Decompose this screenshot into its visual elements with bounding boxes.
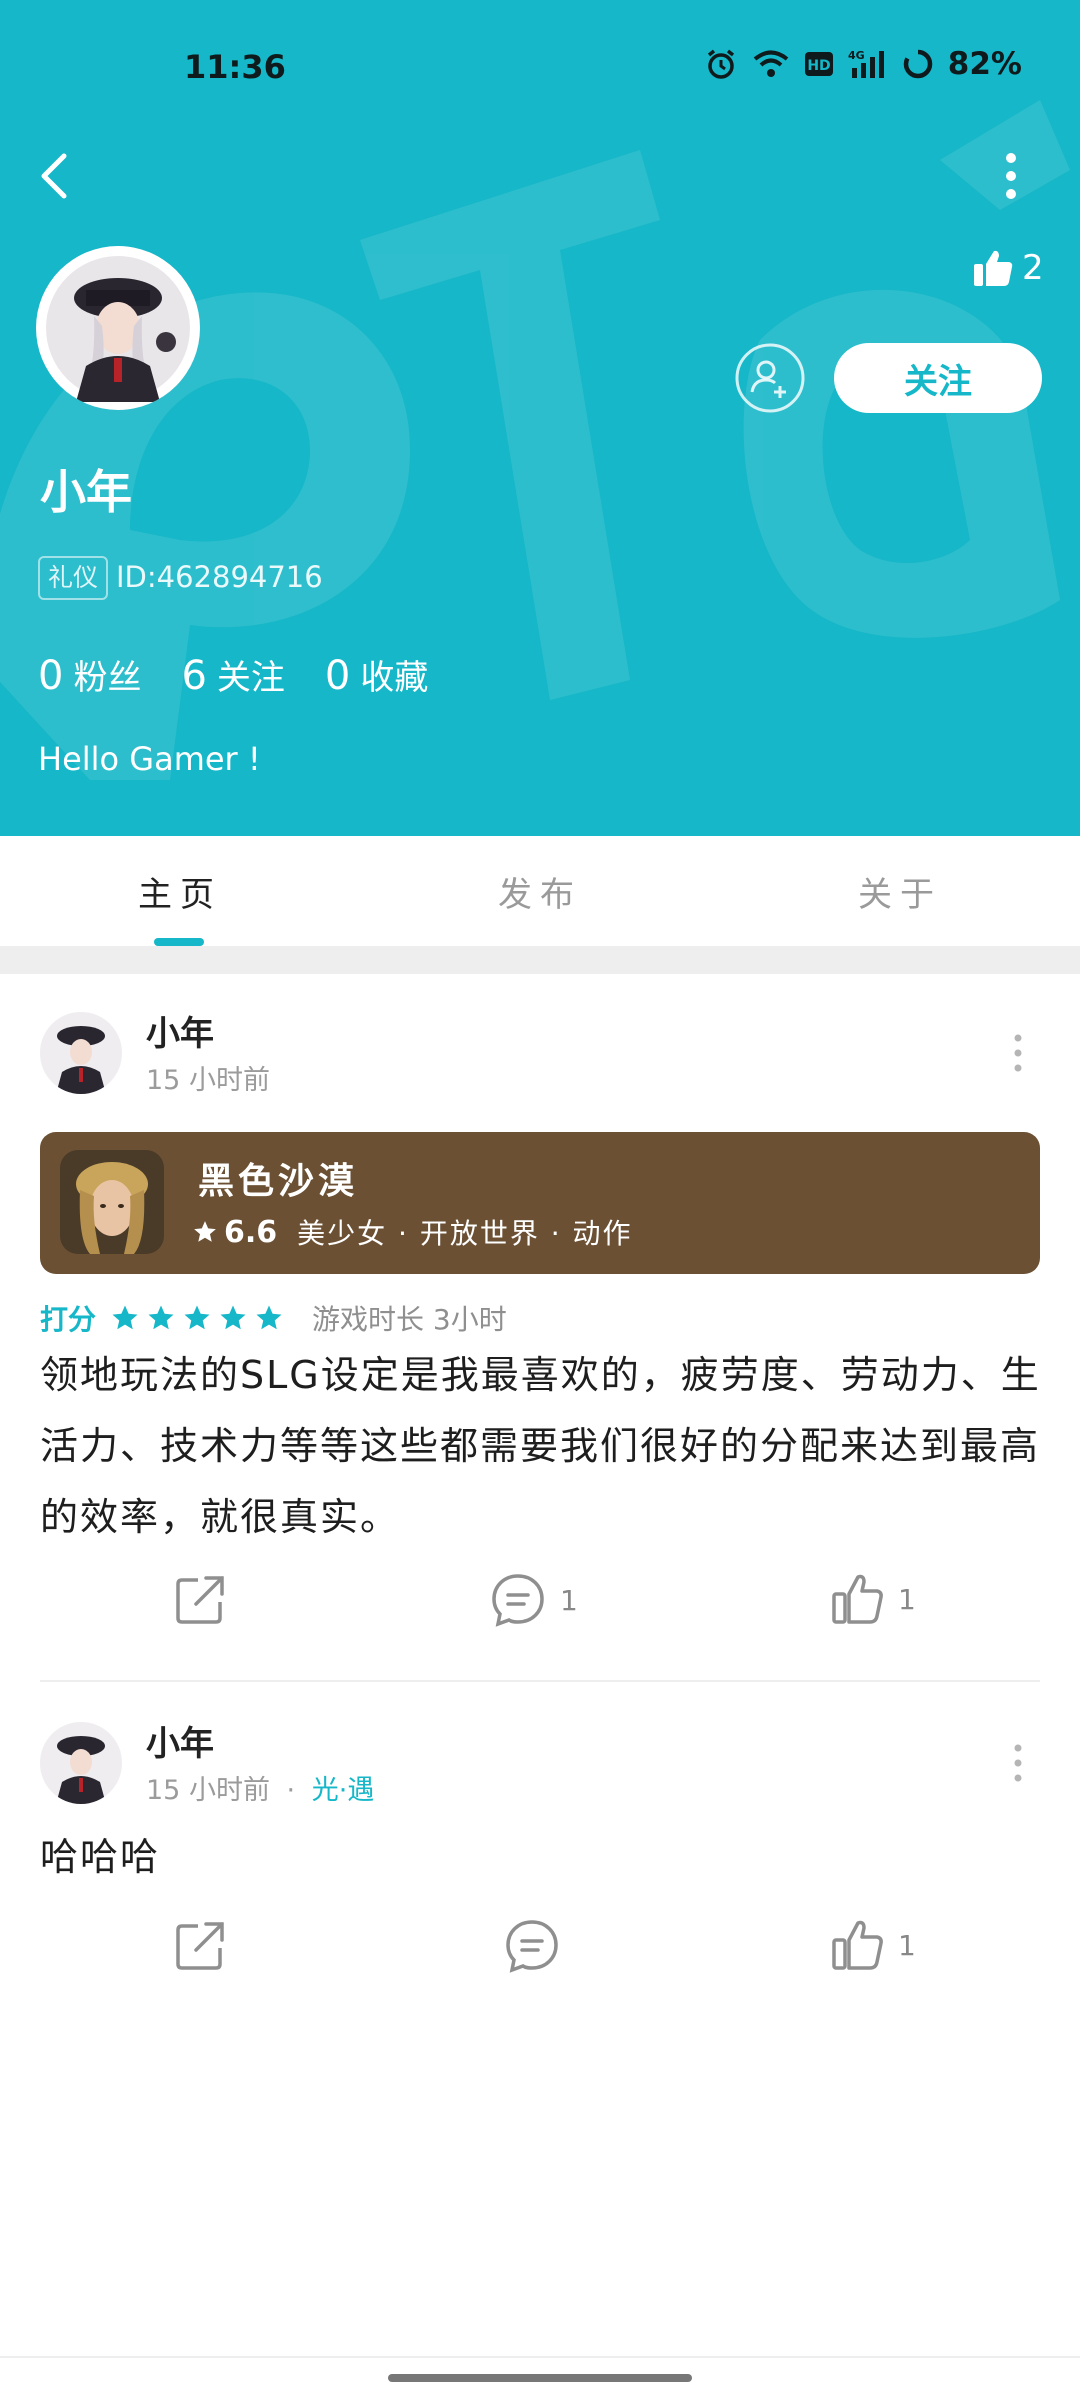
post-more-button[interactable] bbox=[1006, 1738, 1030, 1788]
stat-following-count: 6 bbox=[181, 653, 207, 699]
bottom-divider bbox=[0, 2356, 1080, 2358]
active-tab-indicator bbox=[154, 938, 204, 946]
comment-icon bbox=[492, 1574, 544, 1627]
profile-stats: 0 粉丝 6 关注 0 收藏 bbox=[38, 650, 428, 699]
more-icon bbox=[1014, 1744, 1022, 1782]
back-icon bbox=[41, 153, 67, 199]
game-name: 黑色沙漠 bbox=[198, 1161, 359, 1202]
stat-fans-count: 0 bbox=[38, 653, 64, 699]
post-actions: 1 bbox=[0, 1918, 1080, 1998]
post-more-button[interactable] bbox=[1006, 1028, 1030, 1078]
user-badge[interactable]: 礼仪 bbox=[38, 556, 109, 600]
comment-count: 1 bbox=[560, 1583, 578, 1617]
signal-icon: 4G bbox=[848, 49, 884, 78]
profile-header: 11:36 HD 4G 82% 2 关注 小年 礼仪 ID:462894716 … bbox=[0, 0, 1080, 836]
post-actions: 1 1 bbox=[0, 1572, 1080, 1652]
rating-label: 打分 bbox=[40, 1303, 97, 1336]
game-tags: 美少女 · 开放世界 · 动作 bbox=[297, 1217, 633, 1250]
like-button[interactable]: 1 bbox=[830, 1572, 916, 1626]
post-meta: 15 小时前 · 光·遇 bbox=[146, 1768, 374, 1807]
stat-following[interactable]: 6 关注 bbox=[181, 650, 284, 699]
profile-bio: Hello Gamer ! bbox=[38, 740, 261, 778]
stat-favorites-label: 收藏 bbox=[360, 658, 429, 698]
game-thumbnail bbox=[60, 1150, 164, 1254]
tab-posts[interactable]: 发布 bbox=[360, 836, 720, 946]
star-icon bbox=[256, 1305, 282, 1330]
profile-like-count[interactable]: 2 bbox=[972, 248, 1044, 288]
comment-button[interactable]: 1 bbox=[490, 1572, 578, 1628]
rating-stars bbox=[110, 1303, 284, 1333]
stat-favorites[interactable]: 0 收藏 bbox=[325, 650, 428, 699]
star-icon bbox=[112, 1305, 138, 1330]
play-time: 游戏时长 3小时 bbox=[312, 1303, 507, 1336]
stat-fans[interactable]: 0 粉丝 bbox=[38, 650, 141, 699]
post-text[interactable]: 哈哈哈 bbox=[40, 1822, 1050, 1893]
share-button[interactable] bbox=[174, 1572, 228, 1626]
post-topic-link[interactable]: 光·遇 bbox=[312, 1775, 375, 1806]
hd-icon: HD bbox=[804, 52, 833, 76]
wifi-icon bbox=[753, 50, 789, 77]
stat-following-label: 关注 bbox=[216, 658, 285, 698]
profile-avatar[interactable] bbox=[36, 246, 200, 410]
post-time: 15 小时前 bbox=[146, 1065, 270, 1096]
thumbs-up-icon bbox=[832, 1920, 883, 1970]
star-icon bbox=[184, 1305, 210, 1330]
game-meta: 6.6 美少女 · 开放世界 · 动作 bbox=[192, 1212, 633, 1252]
share-button[interactable] bbox=[174, 1918, 228, 1972]
status-icons: HD 4G 82% bbox=[704, 46, 1022, 82]
section-divider bbox=[0, 946, 1080, 974]
star-icon bbox=[148, 1305, 174, 1330]
share-icon bbox=[176, 1576, 224, 1624]
tab-about[interactable]: 关于 bbox=[720, 836, 1080, 946]
like-button[interactable]: 1 bbox=[830, 1918, 916, 1972]
profile-tabs: 主页 发布 关于 bbox=[0, 836, 1080, 946]
game-score: 6.6 bbox=[224, 1214, 278, 1250]
add-friend-button[interactable] bbox=[734, 342, 806, 414]
svg-text:4G: 4G bbox=[848, 49, 865, 62]
home-indicator[interactable] bbox=[388, 2374, 692, 2382]
post-text[interactable]: 领地玩法的SLG设定是我最喜欢的，疲劳度、劳动力、生活力、技术力等等这些都需要我… bbox=[40, 1340, 1050, 1553]
thumbs-up-icon bbox=[832, 1574, 883, 1624]
thumbs-up-icon bbox=[974, 250, 1013, 286]
back-button[interactable] bbox=[34, 148, 78, 204]
star-icon bbox=[220, 1305, 246, 1330]
share-icon bbox=[176, 1922, 224, 1970]
post-author-name[interactable]: 小年 bbox=[146, 1006, 214, 1055]
follow-button[interactable]: 关注 bbox=[834, 343, 1042, 413]
status-time: 11:36 bbox=[184, 48, 286, 86]
add-friend-icon bbox=[735, 343, 805, 413]
tab-home[interactable]: 主页 bbox=[0, 836, 360, 946]
like-count: 1 bbox=[898, 1582, 916, 1616]
rating-row: 打分 游戏时长 3小时 bbox=[40, 1298, 507, 1338]
more-options-button[interactable] bbox=[996, 148, 1026, 204]
stat-favorites-count: 0 bbox=[324, 653, 351, 699]
like-count-value: 2 bbox=[1022, 248, 1044, 288]
status-bar: 11:36 HD 4G 82% bbox=[0, 38, 1080, 98]
post-author-avatar[interactable] bbox=[40, 1722, 122, 1804]
comment-icon bbox=[506, 1920, 558, 1973]
post-author-name[interactable]: 小年 bbox=[146, 1716, 214, 1765]
meta-separator: · bbox=[286, 1775, 296, 1806]
stat-fans-label: 粉丝 bbox=[73, 658, 142, 698]
alarm-icon bbox=[707, 49, 734, 79]
comment-button[interactable] bbox=[504, 1918, 560, 1974]
battery-percent: 82% bbox=[947, 46, 1022, 82]
battery-icon bbox=[903, 49, 933, 79]
game-card[interactable]: 黑色沙漠 6.6 美少女 · 开放世界 · 动作 bbox=[40, 1132, 1040, 1274]
post-time: 15 小时前 bbox=[146, 1775, 270, 1806]
more-icon bbox=[1006, 153, 1016, 199]
profile-username: 小年 bbox=[40, 465, 132, 519]
like-count: 1 bbox=[898, 1928, 916, 1962]
more-icon bbox=[1014, 1034, 1022, 1072]
post-separator bbox=[40, 1680, 1040, 1682]
star-icon bbox=[194, 1221, 216, 1242]
svg-text:HD: HD bbox=[807, 58, 830, 74]
user-id: ID:462894716 bbox=[116, 560, 323, 594]
post-author-avatar[interactable] bbox=[40, 1012, 122, 1094]
